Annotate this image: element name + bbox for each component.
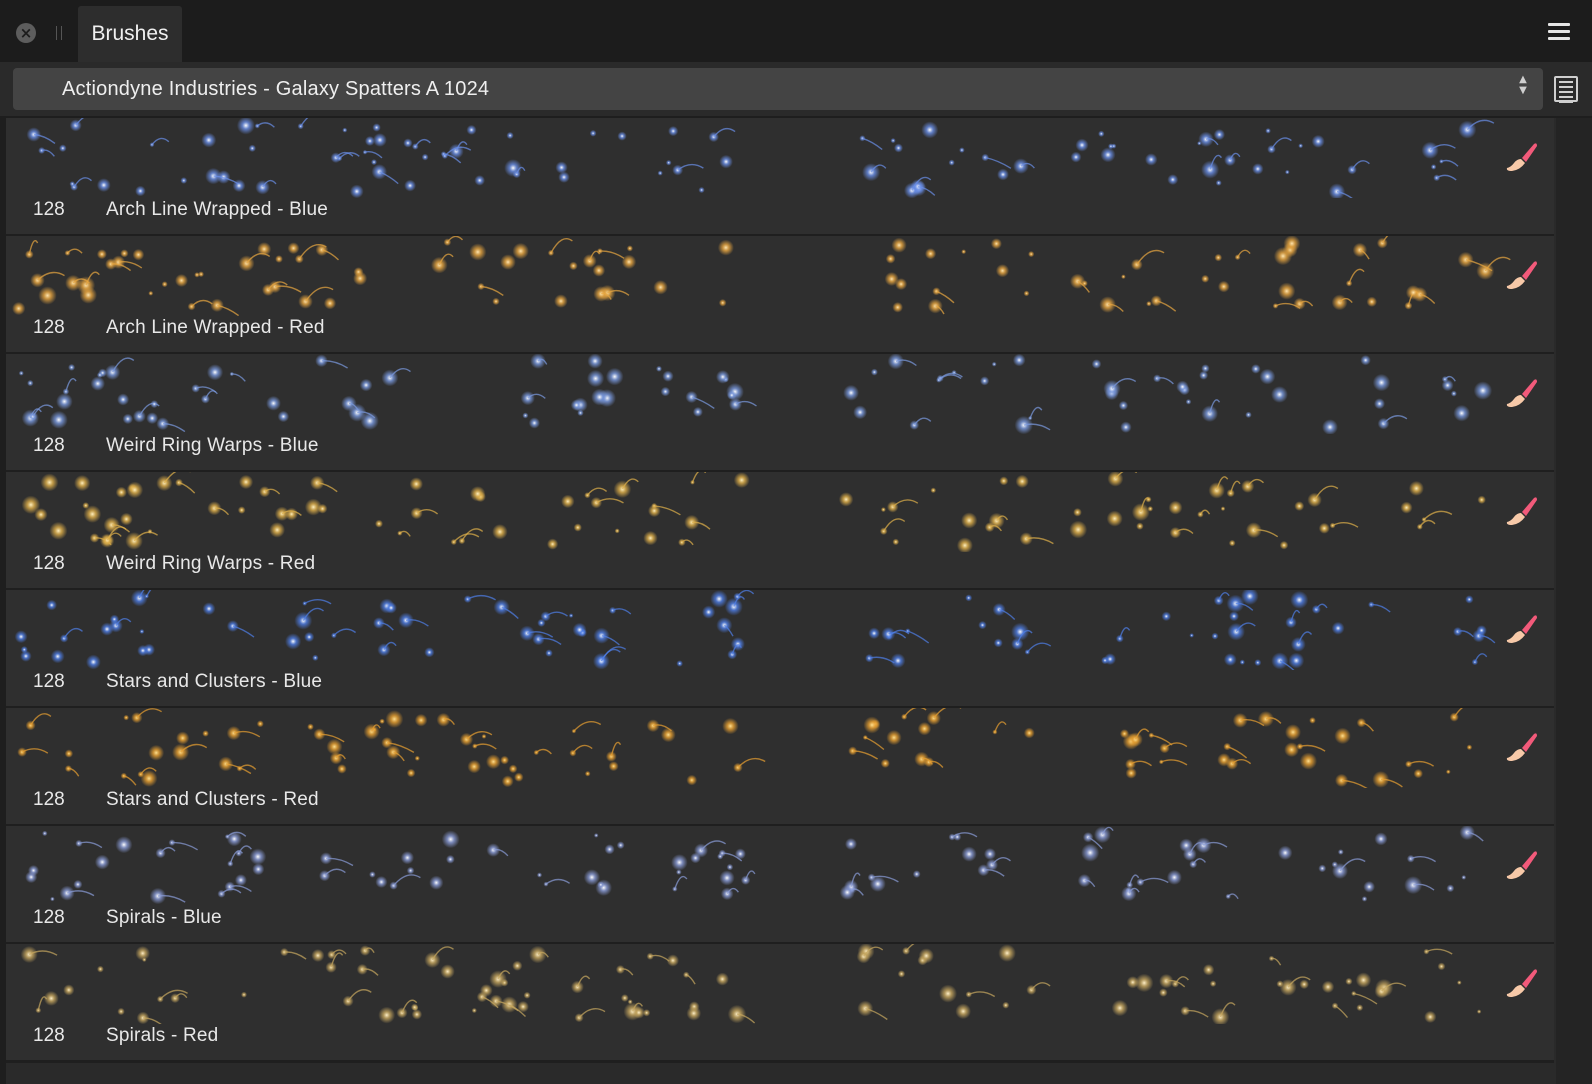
- close-icon[interactable]: ×: [16, 23, 36, 43]
- brush-count: 128: [33, 671, 65, 692]
- brush-row[interactable]: 128 Weird Ring Warps - Blue: [6, 354, 1554, 473]
- paintbrush-icon[interactable]: [1500, 256, 1540, 296]
- brush-count: 128: [33, 907, 65, 928]
- brush-row[interactable]: 128 Stars and Clusters - Blue: [6, 590, 1554, 709]
- paintbrush-icon[interactable]: [1500, 610, 1540, 650]
- brush-list: 128 Arch Line Wrapped - Blue 128 Arch Line …: [6, 118, 1556, 1084]
- brush-row[interactable]: 128 Spirals - Red: [6, 944, 1554, 1063]
- brush-name: Arch Line Wrapped - Red: [106, 317, 325, 338]
- paintbrush-icon[interactable]: [1500, 374, 1540, 414]
- category-bar: Actiondyne Industries - Galaxy Spatters …: [0, 62, 1592, 116]
- brush-name: Arch Line Wrapped - Blue: [106, 199, 329, 220]
- list-view-icon[interactable]: [1554, 76, 1578, 103]
- paintbrush-icon[interactable]: [1500, 492, 1540, 532]
- brush-stroke-preview: [21, 472, 1486, 552]
- brush-row[interactable]: 128 Stars and Clusters - Red: [6, 708, 1554, 827]
- brush-row[interactable]: 128 Arch Line Wrapped - Blue: [6, 118, 1554, 237]
- category-dropdown[interactable]: Actiondyne Industries - Galaxy Spatters …: [13, 68, 1543, 110]
- hamburger-menu-icon[interactable]: [1548, 23, 1570, 41]
- brush-count: 128: [33, 317, 65, 338]
- scrollbar[interactable]: [1556, 118, 1592, 1084]
- paintbrush-icon[interactable]: [1500, 964, 1540, 1004]
- brush-stroke-preview: [14, 590, 1496, 670]
- brush-row[interactable]: 128 Spirals - Blue: [6, 826, 1554, 945]
- paintbrush-icon[interactable]: [1500, 728, 1540, 768]
- brushes-panel: × Brushes Actiondyne Industries - Galaxy…: [0, 0, 1592, 1084]
- brush-name: Weird Ring Warps - Red: [106, 553, 316, 574]
- brush-name: Stars and Clusters - Blue: [106, 671, 323, 692]
- paintbrush-icon[interactable]: [1500, 138, 1540, 178]
- brush-name: Stars and Clusters - Red: [106, 789, 319, 810]
- brush-name: Weird Ring Warps - Blue: [106, 435, 319, 456]
- brush-count: 128: [33, 1025, 65, 1046]
- brush-row[interactable]: 128 Arch Line Wrapped - Red: [6, 236, 1554, 355]
- brush-stroke-preview: [26, 118, 1495, 198]
- brush-row[interactable]: 128 Weird Ring Warps - Red: [6, 472, 1554, 591]
- tab-brushes[interactable]: Brushes: [78, 6, 182, 62]
- paintbrush-icon[interactable]: [1500, 846, 1540, 886]
- brush-stroke-preview: [17, 708, 1473, 788]
- brush-name: Spirals - Blue: [106, 907, 222, 928]
- brush-count: 128: [33, 435, 65, 456]
- panel-header: × Brushes: [0, 0, 1592, 62]
- brush-count: 128: [33, 199, 65, 220]
- chevron-up-down-icon: ▲ ▼: [1519, 74, 1527, 96]
- brush-count: 128: [33, 553, 65, 574]
- brush-stroke-preview: [25, 826, 1484, 905]
- brush-stroke-preview: [12, 236, 1511, 316]
- category-selected-label: Actiondyne Industries - Galaxy Spatters …: [62, 78, 490, 100]
- brush-count: 128: [33, 789, 65, 810]
- brush-stroke-preview: [20, 944, 1482, 1024]
- drag-handle-icon[interactable]: [56, 26, 62, 40]
- brush-name: Spirals - Red: [106, 1025, 219, 1046]
- brush-stroke-preview: [18, 354, 1493, 434]
